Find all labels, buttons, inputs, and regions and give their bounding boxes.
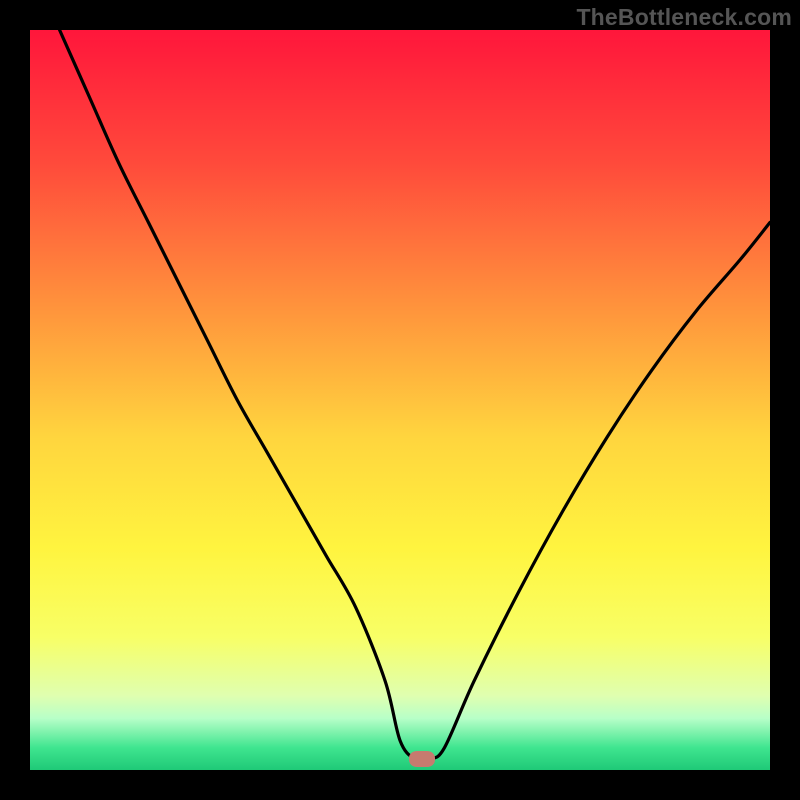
watermark-label: TheBottleneck.com: [576, 4, 792, 31]
optimum-marker: [409, 751, 435, 767]
plot-svg: [30, 30, 770, 770]
chart-frame: TheBottleneck.com: [0, 0, 800, 800]
plot-area: [30, 30, 770, 770]
gradient-background: [30, 30, 770, 770]
